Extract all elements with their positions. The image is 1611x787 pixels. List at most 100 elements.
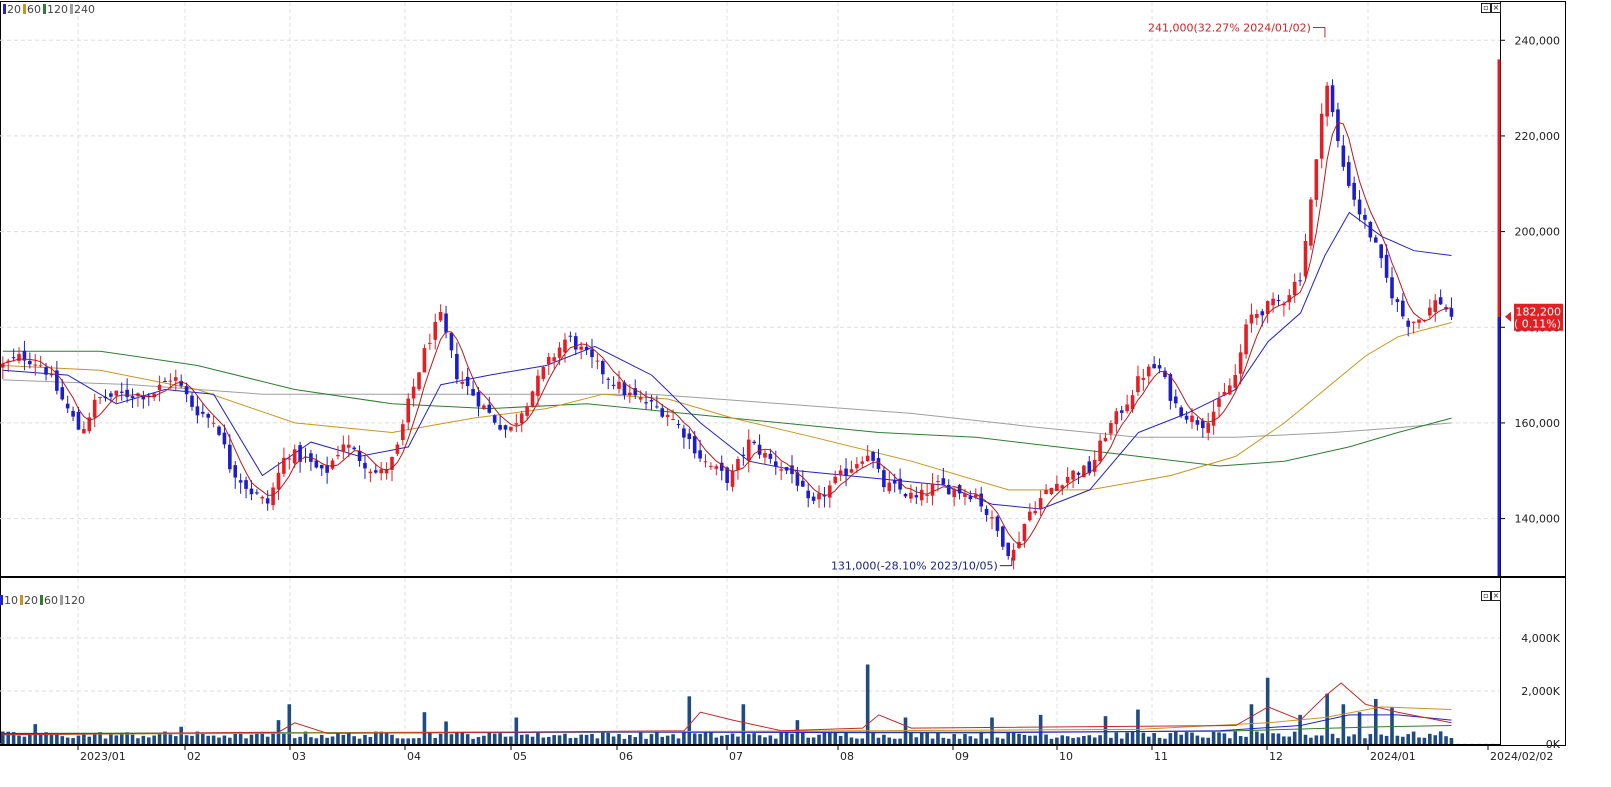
candle xyxy=(465,367,470,395)
candle xyxy=(314,454,319,469)
volume-bar xyxy=(433,737,438,744)
chart-canvas: 140,000160,000180,000200,000220,000240,0… xyxy=(0,1,1566,763)
volume-bar xyxy=(1244,736,1248,744)
volume-panel-frame xyxy=(0,577,1566,746)
volume-bar xyxy=(1125,732,1129,744)
candle xyxy=(303,447,308,463)
candle xyxy=(1222,382,1227,397)
volume-bar xyxy=(649,734,654,744)
volume-bar xyxy=(990,717,994,744)
volume-bar xyxy=(1271,733,1275,744)
volume-bar xyxy=(1092,737,1097,744)
candle xyxy=(541,366,546,382)
volume-bar xyxy=(1363,738,1367,744)
volume-bar xyxy=(1228,738,1232,744)
candle xyxy=(968,490,973,503)
price-panel-close-icon[interactable]: × xyxy=(1491,3,1501,13)
volume-bar xyxy=(1325,693,1329,744)
volume-bar xyxy=(1238,736,1243,744)
volume-bar xyxy=(1060,735,1065,744)
volume-bar xyxy=(1438,731,1443,744)
volume-bar xyxy=(973,738,978,744)
candle xyxy=(1092,450,1097,477)
candle xyxy=(1006,542,1011,560)
candle xyxy=(1330,79,1335,117)
volume-bar xyxy=(103,738,108,744)
volume-bar xyxy=(1352,734,1356,744)
volume-bar xyxy=(1449,737,1454,744)
candle xyxy=(1038,490,1043,517)
volume-bar xyxy=(1401,736,1405,744)
volume-bar xyxy=(152,735,156,744)
legend-label: 20 xyxy=(24,594,38,607)
candle xyxy=(368,468,373,483)
volume-bar xyxy=(546,736,551,744)
candle xyxy=(1390,266,1394,306)
volume-bar xyxy=(519,734,524,744)
volume-bar xyxy=(746,734,751,744)
candle xyxy=(763,449,767,465)
candle xyxy=(914,486,919,505)
candle xyxy=(1449,297,1454,321)
volume-bar xyxy=(49,735,54,744)
volume-y-tick-label: 4,000K xyxy=(1521,632,1560,645)
volume-bar xyxy=(1206,737,1211,744)
volume-bar xyxy=(114,735,119,744)
volume-bar xyxy=(503,736,508,744)
candle xyxy=(438,304,443,323)
volume-bar xyxy=(682,731,686,744)
volume-bar xyxy=(514,717,519,744)
candle xyxy=(1276,294,1281,307)
volume-bar xyxy=(282,733,286,744)
candle xyxy=(190,392,194,411)
volume-bar xyxy=(611,736,616,744)
candle xyxy=(71,406,75,422)
candle xyxy=(341,435,346,460)
svg-text:131,000(-28.10% 2023/10/05): 131,000(-28.10% 2023/10/05) xyxy=(831,560,998,573)
volume-bar xyxy=(736,736,740,744)
volume-bar xyxy=(968,736,973,744)
high-price-annotation: 241,000(32.27% 2024/01/02) xyxy=(1148,21,1326,38)
candle xyxy=(406,393,411,431)
volume-bar xyxy=(1319,735,1324,744)
candle xyxy=(865,445,870,462)
volume-panel-close-icon[interactable]: × xyxy=(1491,591,1501,601)
candle xyxy=(206,412,211,428)
volume-legend-item-60: 60 xyxy=(40,594,58,607)
volume-legend-item-10: 10 xyxy=(0,594,18,607)
volume-bar xyxy=(1103,716,1108,744)
legend-label: 60 xyxy=(44,594,58,607)
candle xyxy=(1433,294,1438,322)
candle xyxy=(1217,391,1221,418)
volume-bar xyxy=(568,738,573,744)
volume-bar xyxy=(465,734,470,744)
price-y-tick-label: 220,000 xyxy=(1515,130,1561,143)
candle xyxy=(1044,484,1048,495)
volume-bar xyxy=(390,734,394,744)
volume-bar xyxy=(811,737,816,744)
candle xyxy=(238,473,243,494)
volume-bar xyxy=(898,738,902,744)
volume-bar xyxy=(979,731,983,744)
volume-bar xyxy=(552,735,556,744)
candle xyxy=(157,375,162,402)
price-legend-item-20: 20 xyxy=(3,3,21,16)
volume-bar xyxy=(330,736,335,744)
volume-panel-maximize-icon[interactable]: ▫ xyxy=(1481,591,1491,601)
volume-bar xyxy=(184,735,189,744)
candle xyxy=(1098,434,1102,465)
volume-bar xyxy=(1384,735,1389,744)
candle xyxy=(849,460,854,474)
candle xyxy=(1001,525,1005,550)
volume-bar xyxy=(719,735,724,744)
candle xyxy=(65,395,70,413)
volume-bar xyxy=(1336,738,1340,744)
candle xyxy=(573,332,578,355)
x-tick-label: 04 xyxy=(407,750,421,763)
candle xyxy=(28,352,32,369)
volume-bar xyxy=(665,735,670,744)
volume-bar xyxy=(1411,731,1416,744)
price-panel-maximize-icon[interactable]: ▫ xyxy=(1481,3,1491,13)
candle xyxy=(741,447,746,466)
candle xyxy=(395,441,400,457)
